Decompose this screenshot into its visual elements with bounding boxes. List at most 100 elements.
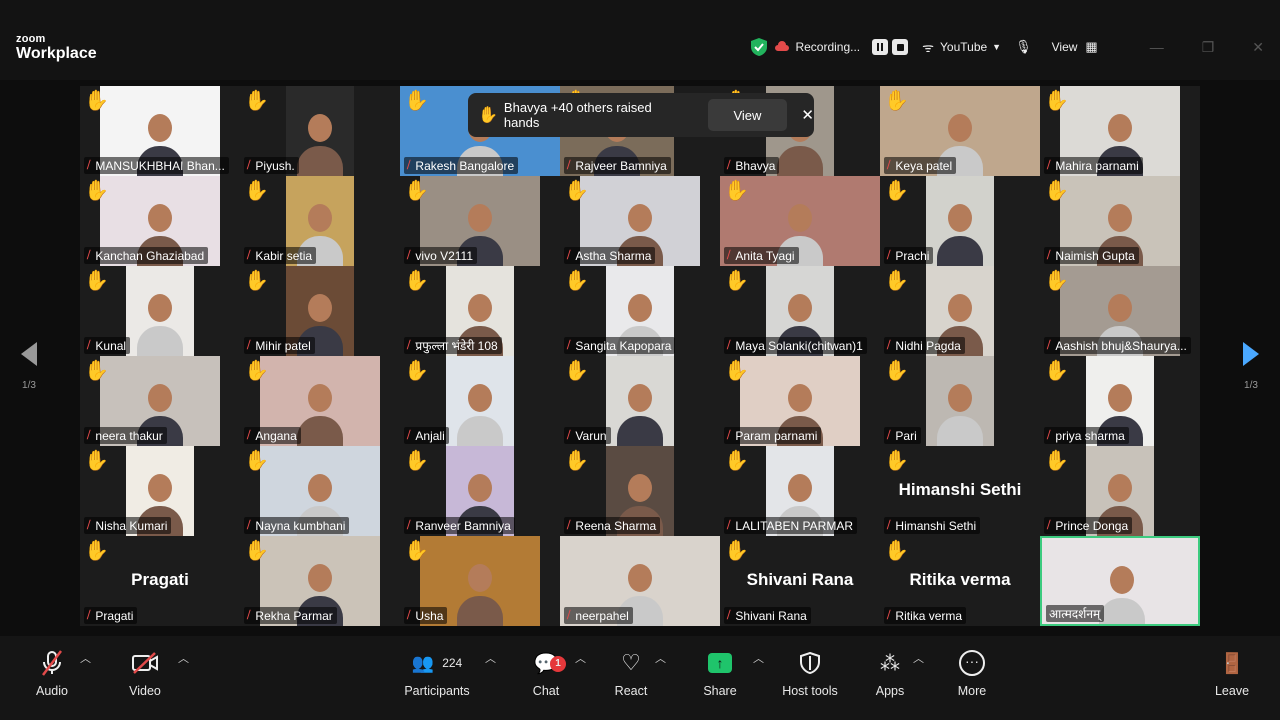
chat-options-chevron-icon[interactable]: ︿: [575, 650, 586, 666]
more-button[interactable]: ··· More: [955, 648, 989, 698]
apps-options-chevron-icon[interactable]: ︿: [913, 650, 924, 666]
participant-tile[interactable]: ✋ ⧸ Prachi: [880, 176, 1040, 266]
participant-video: [926, 356, 994, 446]
page-indicator-left: 1/3: [22, 380, 36, 391]
participant-tile[interactable]: ✋ ⧸ Mahira parnami: [1040, 86, 1200, 176]
restore-button[interactable]: ❐: [1202, 39, 1215, 56]
video-button[interactable]: Video: [126, 648, 164, 698]
participant-tile[interactable]: ✋ ⧸ Keya patel: [880, 86, 1040, 176]
video-options-chevron-icon[interactable]: ︿: [178, 650, 189, 666]
raised-hand-icon: ✋: [244, 360, 269, 382]
participant-tile[interactable]: ✋ ⧸ Astha Sharma: [560, 176, 720, 266]
participant-tile[interactable]: Pragati ✋ ⧸ Pragati: [80, 536, 240, 626]
participant-tile[interactable]: ✋ ⧸ Maya Solanki(chitwan)1: [720, 266, 880, 356]
chevron-down-icon: ▼: [992, 42, 1002, 52]
participant-tile[interactable]: ✋ ⧸ LALITABEN PARMAR: [720, 446, 880, 536]
participant-face: [628, 384, 652, 412]
participant-tile[interactable]: ✋ ⧸ Param parnami: [720, 356, 880, 446]
stop-recording-button[interactable]: [892, 39, 909, 55]
host-shield-icon: [800, 652, 820, 674]
leave-button[interactable]: 🚪 Leave: [1214, 648, 1250, 699]
raised-hand-icon: ✋: [244, 450, 269, 472]
raised-hands-notification: ✋ Bhavya +40 others raised hands View ✕: [468, 93, 814, 137]
mic-muted-icon: ⧸: [87, 250, 91, 261]
participant-tile[interactable]: ⧸ neerpahel: [560, 536, 720, 626]
participant-tile[interactable]: ✋ ⧸ Rekha Parmar: [240, 536, 400, 626]
participant-nameplate: ⧸ MANSUKHBHAI Bhan...: [84, 157, 229, 174]
participant-tile[interactable]: ✋ ⧸ priya sharma: [1040, 356, 1200, 446]
participant-nameplate: ⧸ Mahira parnami: [1044, 157, 1143, 174]
minimize-button[interactable]: —: [1150, 39, 1164, 55]
audio-options-chevron-icon[interactable]: ︿: [80, 650, 91, 666]
participant-tile[interactable]: ✋ ⧸ Nisha Kumari: [80, 446, 240, 536]
participant-tile[interactable]: ✋ ⧸ MANSUKHBHAI Bhan...: [80, 86, 240, 176]
participant-tile[interactable]: ✋ ⧸ Kanchan Ghaziabad: [80, 176, 240, 266]
close-notification-button[interactable]: ✕: [801, 106, 814, 124]
participant-nameplate: ⧸ Nisha Kumari: [84, 517, 172, 534]
participant-tile[interactable]: ✋ ⧸ Nidhi Pagda: [880, 266, 1040, 356]
participant-face: [148, 114, 172, 142]
participants-options-chevron-icon[interactable]: ︿: [485, 650, 496, 666]
participant-tile[interactable]: ✋ ⧸ Pari: [880, 356, 1040, 446]
participant-tile[interactable]: ✋ ⧸ vivo V2111: [400, 176, 560, 266]
participant-tile[interactable]: ✋ ⧸ Aashish bhuj&Shaurya...: [1040, 266, 1200, 356]
participant-face: [308, 384, 332, 412]
participant-nameplate: ⧸ Bhavya: [724, 157, 780, 174]
pause-recording-button[interactable]: [872, 39, 889, 55]
participant-face: [1108, 204, 1132, 232]
participant-tile[interactable]: ✋ ⧸ Varun: [560, 356, 720, 446]
participant-tile[interactable]: ✋ ⧸ neera thakur: [80, 356, 240, 446]
participant-nameplate: ⧸ Himanshi Sethi: [884, 517, 981, 534]
participant-tile[interactable]: ✋ ⧸ Nayna kumbhani: [240, 446, 400, 536]
mic-muted-icon: ⧸: [407, 520, 411, 531]
participant-tile[interactable]: ✋ ⧸ Piyush.: [240, 86, 400, 176]
participant-nameplate: ⧸ neerpahel: [564, 607, 633, 624]
participant-tile[interactable]: Himanshi Sethi ✋ ⧸ Himanshi Sethi: [880, 446, 1040, 536]
participant-tile[interactable]: Ritika verma ✋ ⧸ Ritika verma: [880, 536, 1040, 626]
participant-tile[interactable]: ✋ ⧸ Anjali: [400, 356, 560, 446]
participant-tile[interactable]: ✋ ⧸ Kabir setia: [240, 176, 400, 266]
participant-tile[interactable]: ✋ ⧸ Naimish Gupta: [1040, 176, 1200, 266]
participants-button[interactable]: 👥 224 Participants: [402, 648, 472, 699]
participant-face: [788, 204, 812, 232]
participant-tile[interactable]: ✋ ⧸ Prince Donga: [1040, 446, 1200, 536]
apps-button[interactable]: ⁂ Apps: [872, 648, 908, 699]
participant-tile[interactable]: ✋ ⧸ Anita Tyagi: [720, 176, 880, 266]
participant-tile[interactable]: ✋ ⧸ Reena Sharma: [560, 446, 720, 536]
previous-page-button[interactable]: 1/3: [14, 342, 44, 391]
participant-face: [788, 294, 812, 322]
participant-name: आत्मदर्शनम्: [1049, 607, 1101, 621]
participant-name: Piyush.: [255, 158, 295, 173]
participant-tile[interactable]: ✋ ⧸ Kunal: [80, 266, 240, 356]
participant-tile[interactable]: ✋ ⧸ प्रफुल्ला भंडेरी 108: [400, 266, 560, 356]
arrow-right-icon: [1243, 342, 1259, 366]
share-options-chevron-icon[interactable]: ︿: [753, 650, 764, 666]
host-tools-button[interactable]: Host tools: [778, 648, 842, 698]
participant-tile[interactable]: ✋ ⧸ Angana: [240, 356, 400, 446]
close-window-button[interactable]: ✕: [1252, 39, 1264, 56]
title-bar: zoom Workplace Recording... ᯤ YouTube ▼ …: [0, 0, 1280, 80]
participant-nameplate: ⧸ Angana: [244, 427, 301, 444]
participant-tile[interactable]: ✋ ⧸ Usha: [400, 536, 560, 626]
audio-button[interactable]: Audio: [34, 648, 70, 698]
participant-tile[interactable]: ✋ ⧸ Ranveer Bamniya: [400, 446, 560, 536]
participant-tile[interactable]: ✋ ⧸ Mihir patel: [240, 266, 400, 356]
react-button[interactable]: ♡ React: [614, 648, 648, 698]
participant-nameplate: ⧸ Mihir patel: [244, 337, 315, 354]
chat-button[interactable]: 💬 1 Chat: [530, 648, 566, 698]
raised-hand-icon: ✋: [84, 90, 109, 112]
react-options-chevron-icon[interactable]: ︿: [655, 650, 666, 666]
view-menu[interactable]: View ▦: [1052, 39, 1098, 55]
logo-zoom-text: zoom: [16, 33, 46, 45]
participant-tile[interactable]: Shivani Rana ✋ ⧸ Shivani Rana: [720, 536, 880, 626]
view-raised-hands-button[interactable]: View: [707, 99, 788, 131]
page-indicator-right: 1/3: [1244, 380, 1258, 391]
share-button[interactable]: ↑ Share: [702, 648, 738, 698]
encryption-shield-icon[interactable]: [751, 38, 768, 56]
next-page-button[interactable]: 1/3: [1236, 342, 1266, 391]
raised-hand-icon: ✋: [84, 270, 109, 292]
participant-tile[interactable]: आत्मदर्शनम्: [1040, 536, 1200, 626]
livestream-menu[interactable]: ᯤ YouTube ▼: [922, 38, 1001, 56]
participant-face: [308, 294, 332, 322]
participant-tile[interactable]: ✋ ⧸ Sangita Kapopara: [560, 266, 720, 356]
